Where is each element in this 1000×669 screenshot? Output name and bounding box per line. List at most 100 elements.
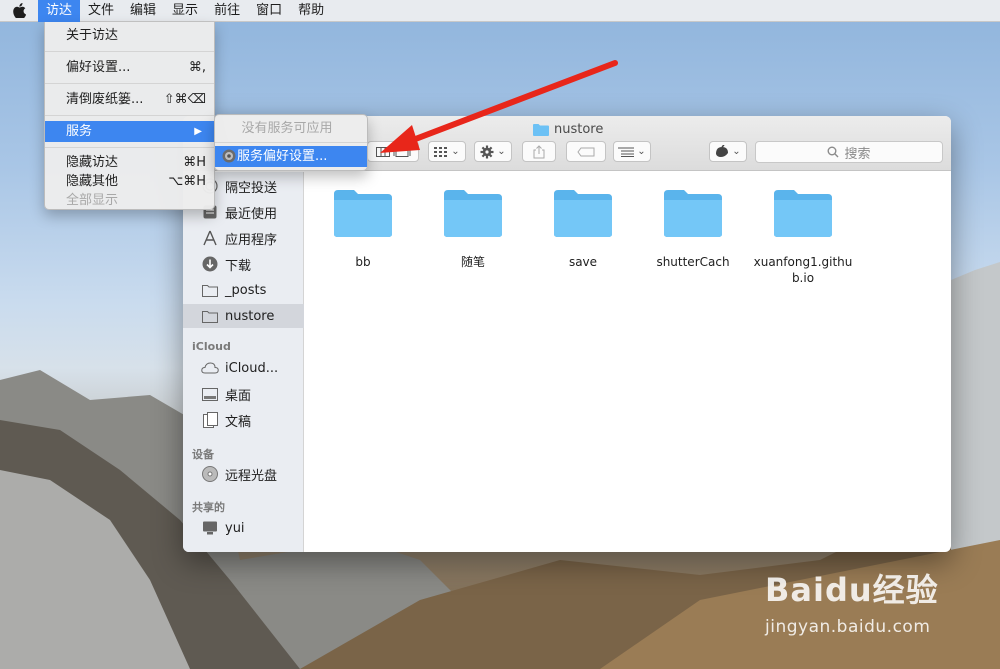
menu-item-label: 全部显示 — [66, 193, 119, 208]
file-browser-content: bb 随笔 save shutterCach xuanfong1.github.… — [305, 172, 951, 552]
submenu-arrow-icon: ▶ — [194, 126, 202, 137]
sidebar-item-label: 远程光盘 — [225, 468, 278, 484]
menu-item-label: 隐藏其他 — [66, 174, 119, 189]
sidebar-item-yui[interactable]: yui — [183, 516, 304, 540]
menu-item-label: 没有服务可应用 — [241, 121, 333, 136]
folder-name: xuanfong1.github.io — [753, 255, 853, 285]
folder-icon — [664, 190, 722, 237]
cloud-icon — [201, 359, 219, 377]
apple-menu-icon[interactable] — [0, 0, 38, 22]
folder-item[interactable]: save — [528, 188, 638, 270]
folder-name: bb — [355, 255, 371, 269]
search-icon — [827, 146, 839, 158]
menu-item-label: 隐藏访达 — [66, 155, 119, 170]
menu-window[interactable]: 窗口 — [248, 0, 290, 22]
sidebar: 隔空投送 最近使用 应用程序 下载 _posts nustore iCloud … — [183, 172, 304, 552]
menu-separator — [45, 115, 214, 116]
sidebar-item-label: 最近使用 — [225, 206, 278, 222]
sidebar-section-shared: 共享的 — [192, 501, 225, 514]
folder-icon — [444, 190, 502, 237]
menu-item-hide[interactable]: 隐藏访达 ⌘H — [45, 153, 214, 172]
menu-separator — [215, 142, 367, 143]
menu-item-empty-trash[interactable]: 清倒废纸篓... ⇧⌘⌫ — [45, 89, 214, 110]
sidebar-item-applications[interactable]: 应用程序 — [183, 226, 304, 250]
folder-name: 随笔 — [460, 255, 485, 269]
services-submenu: 没有服务可应用 服务偏好设置... — [214, 114, 368, 171]
menu-separator — [45, 147, 214, 148]
chevron-down-icon: ⌄ — [637, 146, 646, 157]
menu-file[interactable]: 文件 — [80, 0, 122, 22]
annotation-arrow — [380, 60, 618, 153]
folder-icon — [774, 190, 832, 237]
folder-icon — [554, 190, 612, 237]
search-field[interactable]: 搜索 — [755, 141, 943, 163]
sidebar-item-documents[interactable]: 文稿 — [183, 408, 304, 432]
folder-item[interactable]: xuanfong1.github.io — [748, 188, 858, 286]
sidebar-item-remote-disc[interactable]: 远程光盘 — [183, 462, 304, 486]
menu-item-label: 服务偏好设置... — [237, 149, 328, 164]
sidebar-item-label: 隔空投送 — [225, 180, 278, 196]
shortcut-label: ⌘H — [183, 155, 206, 170]
downloads-icon — [201, 255, 219, 273]
documents-icon — [201, 411, 219, 429]
sidebar-section-icloud: iCloud — [192, 340, 231, 353]
sidebar-item-icloud-drive[interactable]: iCloud... — [183, 356, 304, 380]
folder-item[interactable]: shutterCach — [638, 188, 748, 270]
menu-edit[interactable]: 编辑 — [122, 0, 164, 22]
submenu-item-services-preferences[interactable]: 服务偏好设置... — [215, 146, 367, 167]
sidebar-item-label: 文稿 — [225, 414, 252, 430]
menu-item-label: 服务 — [66, 124, 93, 139]
menu-item-label: 清倒废纸篓... — [66, 92, 144, 107]
computer-icon — [201, 519, 219, 537]
folder-icon — [334, 190, 392, 237]
sidebar-item-label: 桌面 — [225, 388, 252, 404]
folder-icon — [201, 281, 219, 299]
sidebar-item-label: yui — [225, 520, 245, 536]
menu-item-services[interactable]: 服务 ▶ — [45, 121, 214, 142]
sidebar-item-label: iCloud... — [225, 360, 279, 376]
system-preferences-icon — [222, 149, 236, 163]
sidebar-item-label: _posts — [225, 282, 267, 298]
sidebar-item-downloads[interactable]: 下载 — [183, 252, 304, 276]
sidebar-section-devices: 设备 — [192, 448, 214, 461]
finder-window: nustore ⌄ ⌄ ⌄ ⌄ 搜索 隔空投送 最近使用 应用程序 下载 _po… — [183, 116, 951, 552]
sidebar-item-desktop[interactable]: 桌面 — [183, 382, 304, 406]
menu-item-show-all: 全部显示 — [45, 191, 214, 210]
disc-icon — [201, 465, 219, 483]
folder-name: shutterCach — [656, 255, 730, 269]
menu-go[interactable]: 前往 — [206, 0, 248, 22]
sidebar-item-label: 下载 — [225, 258, 252, 274]
folder-item[interactable]: 随笔 — [418, 188, 528, 270]
search-placeholder: 搜索 — [844, 146, 871, 162]
sidebar-item-label: nustore — [225, 308, 275, 324]
menu-separator — [45, 51, 214, 52]
menu-item-label: 关于访达 — [66, 28, 119, 43]
folder-icon — [201, 307, 219, 325]
folder-name: save — [568, 255, 598, 269]
sidebar-item-label: 应用程序 — [225, 232, 278, 248]
menu-finder[interactable]: 访达 — [38, 0, 81, 22]
shortcut-label: ⇧⌘⌫ — [163, 92, 206, 107]
menu-item-hide-others[interactable]: 隐藏其他 ⌥⌘H — [45, 172, 214, 191]
menu-help[interactable]: 帮助 — [290, 0, 332, 22]
sidebar-item-nustore[interactable]: nustore — [183, 304, 304, 328]
chevron-down-icon: ⌄ — [732, 146, 741, 157]
shortcut-label: ⌥⌘H — [168, 174, 206, 189]
menu-bar: 访达 文件 编辑 显示 前往 窗口 帮助 — [0, 0, 1000, 22]
menu-item-label: 偏好设置... — [66, 60, 131, 75]
menu-item-about[interactable]: 关于访达 — [45, 25, 214, 46]
nutstore-menu-button[interactable]: ⌄ — [709, 141, 747, 162]
submenu-item-no-services: 没有服务可应用 — [215, 118, 367, 139]
nutstore-icon — [716, 145, 729, 157]
menu-separator — [45, 83, 214, 84]
menu-view[interactable]: 显示 — [164, 0, 206, 22]
desktop-icon — [201, 385, 219, 403]
menu-item-preferences[interactable]: 偏好设置... ⌘, — [45, 57, 214, 78]
sidebar-item-posts[interactable]: _posts — [183, 278, 304, 302]
finder-menu: 关于访达 偏好设置... ⌘, 清倒废纸篓... ⇧⌘⌫ 服务 ▶ 隐藏访达 ⌘H 隐藏… — [44, 22, 215, 210]
watermark-url: jingyan.baidu.com — [765, 617, 931, 637]
applications-icon — [201, 229, 219, 247]
shortcut-label: ⌘, — [188, 60, 206, 75]
folder-item[interactable]: bb — [308, 188, 418, 270]
watermark-brand: Baidu经验 — [765, 571, 939, 609]
